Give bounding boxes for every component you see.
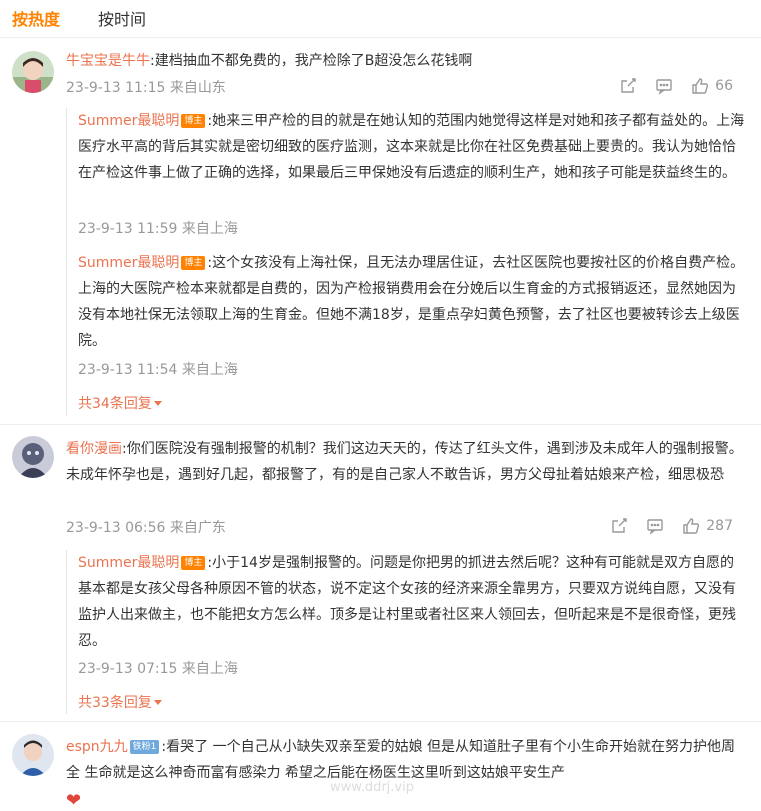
like-button[interactable]: 287 [682,517,733,535]
comment-divider [0,721,761,722]
comment-content: espn九九 铁粉1:看哭了 一个自己从小缺失双亲至爱的姑娘 但是从知道肚子里有个… [66,734,743,786]
username[interactable]: espn九九 [66,739,128,755]
comment-content: 看你漫画:你们医院没有强制报警的机制？我们这边天天的，传达了红头文件，遇到涉及未… [66,436,743,488]
like-icon [683,518,700,534]
author-badge: 博主 [181,256,206,270]
author-badge: 博主 [181,114,206,128]
comment-text: :看哭了 一个自己从小缺失双亲至爱的姑娘 但是从知道肚子里有个小生命开始就在努力… [66,739,736,781]
comment-text: :你们医院没有强制报警的机制？我们这边天天的，传达了红头文件，遇到涉及未成年人的… [66,441,743,483]
more-replies-link[interactable]: 共33条回复 [78,692,162,714]
like-icon [692,78,709,94]
username[interactable]: Summer最聪明 [78,255,179,271]
share-button[interactable] [610,517,628,535]
more-replies-link[interactable]: 共34条回复 [78,393,162,415]
share-button[interactable] [619,77,637,95]
reply-content: Summer最聪明 博主:她来三甲产检的目的就是在她认知的范围内她觉得这样是对她和… [78,108,747,186]
avatar[interactable] [12,436,54,478]
reply-content: Summer最聪明 博主:这个女孩没有上海社保，且无法办理居住证，去社区医院也要按… [78,250,747,354]
tab-time[interactable]: 按时间 [98,8,146,32]
sort-tabs: 按热度 按时间 [12,8,146,32]
share-icon [612,518,627,533]
watermark: www.ddrj.vip [330,780,414,795]
author-badge: 博主 [181,556,206,570]
username[interactable]: 看你漫画 [66,441,122,457]
like-button[interactable]: 66 [691,77,733,95]
comment-meta: 23-9-13 06:56 来自广东 287 [66,517,743,539]
chevron-down-icon [153,401,162,406]
comment-meta: 23-9-13 11:15 来自山东 66 [66,77,743,99]
tabs-divider [0,37,761,38]
reply-content: Summer最聪明 博主:小于14岁是强制报警的。问题是你把男的抓进去然后呢？这种… [78,550,747,654]
reply-meta: 23-9-13 11:59 来自上海 [78,221,238,237]
timestamp-location: 23-9-13 11:15 来自山东 [66,80,226,96]
tab-hot[interactable]: 按热度 [12,8,60,32]
avatar[interactable] [12,734,54,776]
reply-meta: 23-9-13 07:15 来自上海 [78,661,238,677]
chevron-down-icon [153,700,162,705]
comment-content: 牛宝宝是牛牛:建档抽血不都免费的，我产检除了B超没怎么花钱啊 [66,48,743,74]
comment-text: :建档抽血不都免费的，我产检除了B超没怎么花钱啊 [150,53,473,69]
username[interactable]: Summer最聪明 [78,555,179,571]
like-count: 66 [715,78,733,94]
reply-list: Summer最聪明 博主:她来三甲产检的目的就是在她认知的范围内她觉得这样是对她和… [66,108,747,416]
fan-badge: 铁粉1 [129,740,160,754]
like-count: 287 [706,518,733,534]
comment-icon [647,519,663,535]
share-icon [621,78,636,93]
comment-divider [0,424,761,425]
comment-icon [656,79,672,95]
comment-button[interactable] [655,77,673,95]
avatar[interactable] [12,51,54,93]
reply-list: Summer最聪明 博主:小于14岁是强制报警的。问题是你把男的抓进去然后呢？这种… [66,550,747,714]
username[interactable]: 牛宝宝是牛牛 [66,53,150,69]
comment-button[interactable] [646,517,664,535]
timestamp-location: 23-9-13 06:56 来自广东 [66,520,226,536]
username[interactable]: Summer最聪明 [78,113,179,129]
reply-meta: 23-9-13 11:54 来自上海 [78,362,238,378]
